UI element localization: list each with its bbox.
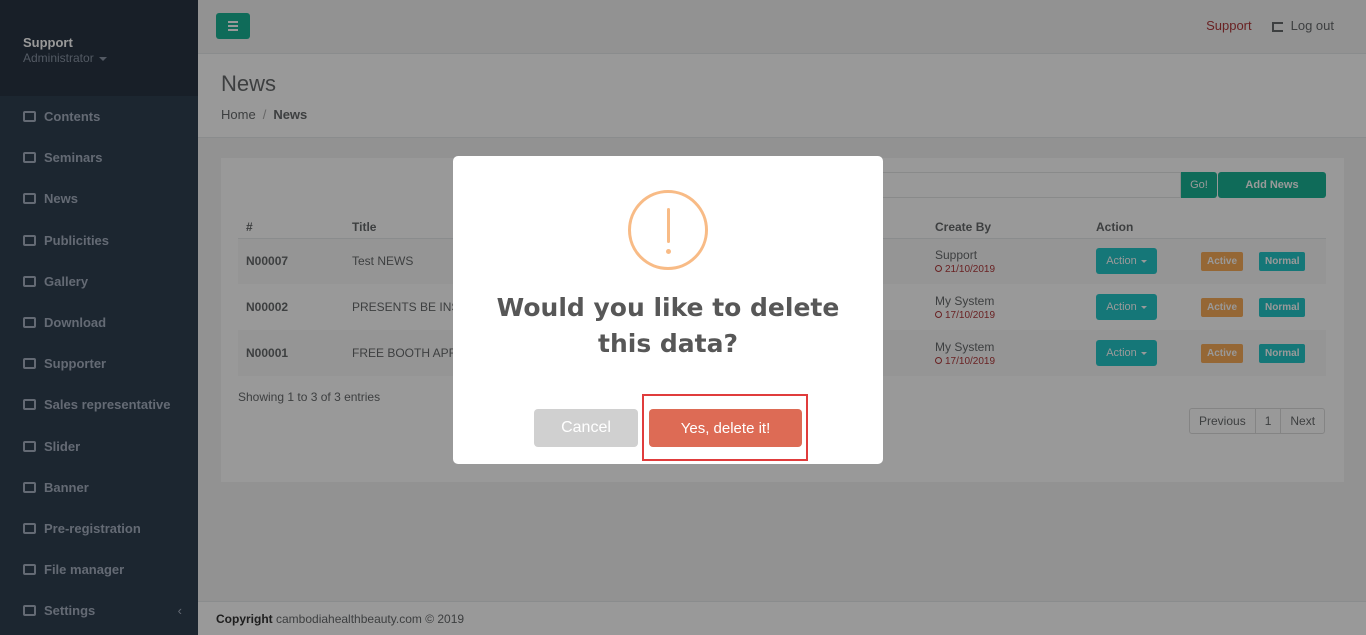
dialog-title: Would you like to delete this data? — [496, 293, 840, 358]
warning-icon-bar — [667, 208, 670, 243]
warning-icon-dot — [666, 249, 671, 254]
delete-confirm-dialog: Would you like to delete this data? Canc… — [453, 156, 883, 464]
warning-icon — [628, 190, 708, 270]
cancel-button[interactable]: Cancel — [534, 409, 638, 447]
confirm-delete-button[interactable]: Yes, delete it! — [649, 409, 802, 447]
